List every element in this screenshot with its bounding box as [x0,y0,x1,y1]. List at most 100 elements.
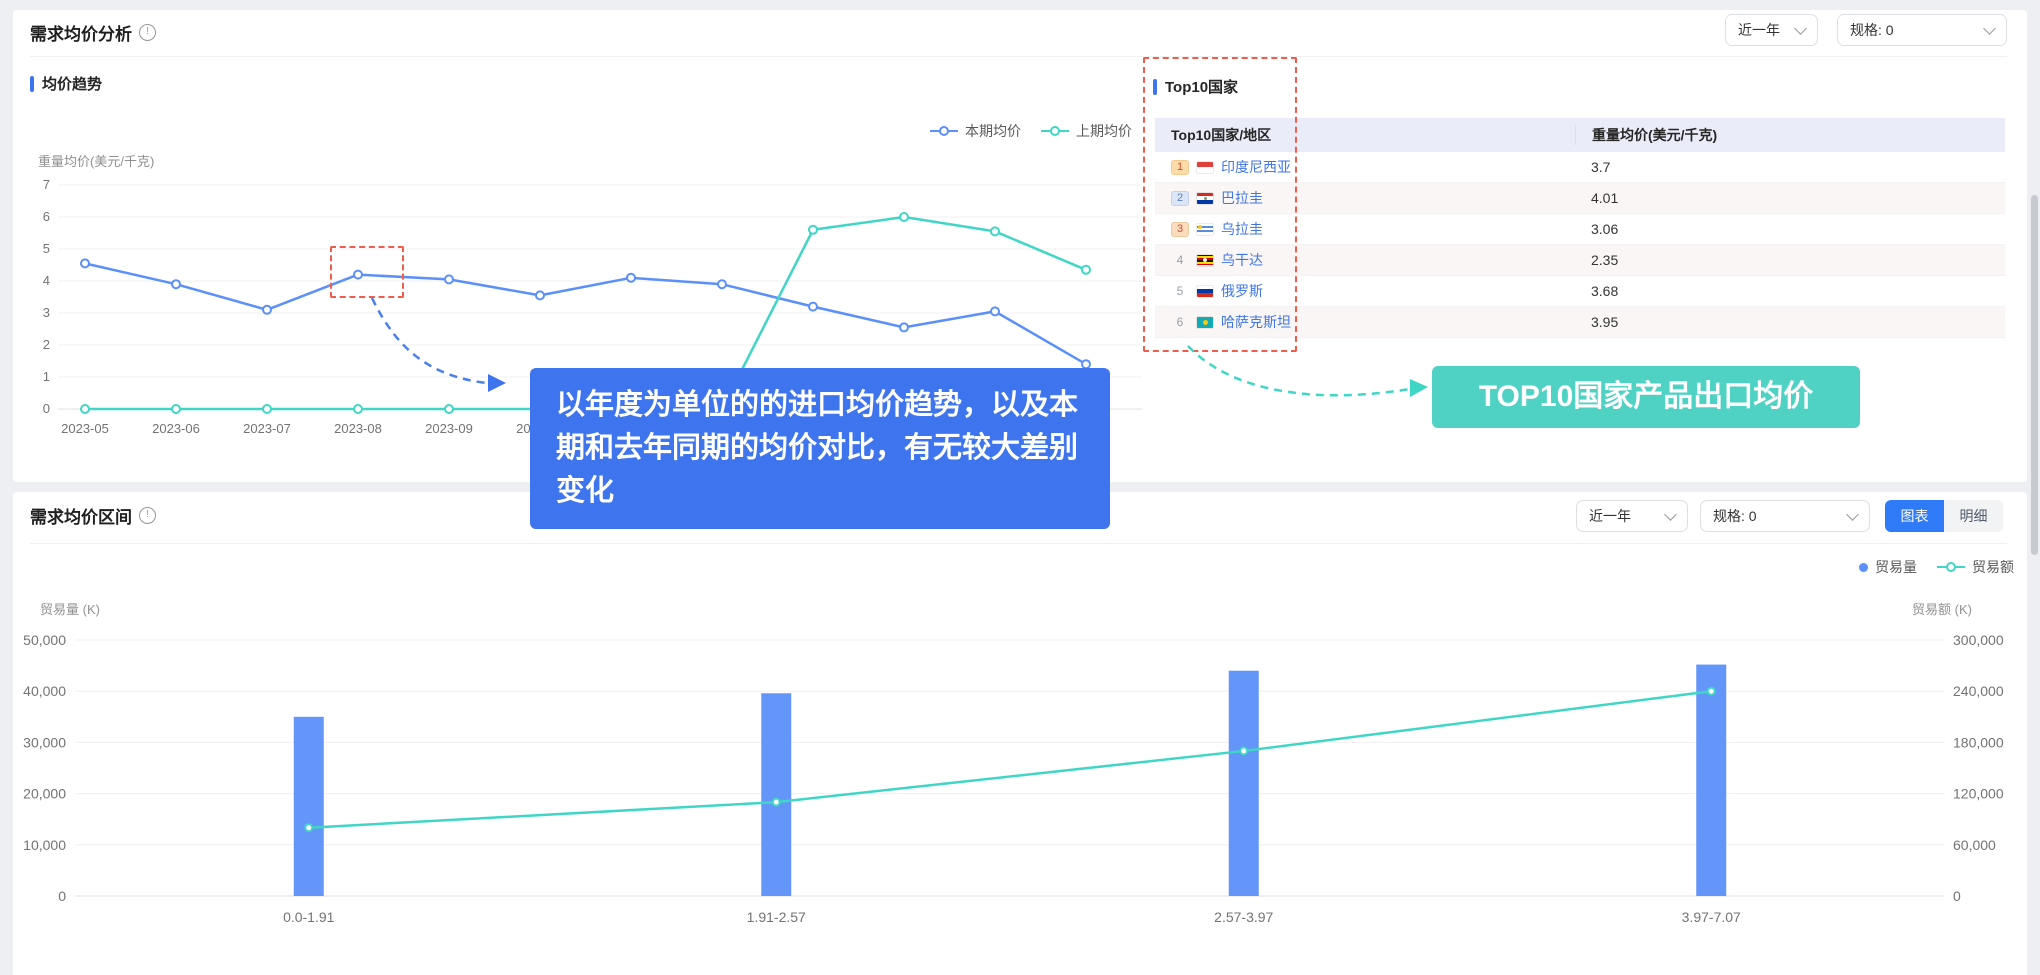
x-axis-tick: 2023-07 [243,421,291,436]
trade-volume-bar[interactable] [1229,671,1259,896]
x-axis-tick: 3.97-7.07 [1682,909,1741,925]
price-cell: 3.68 [1575,283,2005,299]
trend-section-label: 均价趋势 [42,73,102,94]
spec-select-2[interactable]: 规格: 0 [1700,500,1870,532]
data-point[interactable] [445,405,453,413]
data-point[interactable] [1708,688,1715,695]
y-axis-tick: 5 [43,241,50,256]
card1-title: 需求均价分析 [30,20,132,45]
price-cell: 4.01 [1575,190,2005,206]
data-point[interactable] [81,405,89,413]
data-point[interactable] [627,274,635,282]
x-axis-tick: 2023-06 [152,421,200,436]
data-point[interactable] [172,405,180,413]
data-point[interactable] [81,259,89,267]
left-axis-tick: 30,000 [23,734,66,750]
data-point[interactable] [773,799,780,806]
card1-title-row: 需求均价分析 [30,20,156,45]
line-marker-icon [930,126,958,136]
trade-volume-bar[interactable] [1696,665,1726,896]
data-point[interactable] [263,306,271,314]
price-cell: 3.95 [1575,314,2005,330]
legend-item-previous[interactable]: 上期均价 [1041,121,1132,141]
data-point[interactable] [809,226,817,234]
x-axis-tick: 2023-05 [61,421,109,436]
range-legend: 贸易量 贸易额 [1859,557,2014,577]
trade-value-line [309,691,1712,828]
axis-tick-label: 贸易量 (K) [40,602,100,617]
trade-volume-bar[interactable] [761,693,791,896]
card2-header-divider [30,543,2007,544]
left-axis-tick: 0 [58,888,66,904]
right-axis-tick: 180,000 [1953,734,2004,750]
data-point[interactable] [1082,266,1090,274]
data-point[interactable] [354,405,362,413]
legend-item-volume[interactable]: 贸易量 [1859,557,1917,577]
series-line [85,263,1086,364]
y-axis-tick: 2 [43,337,50,352]
data-point[interactable] [172,280,180,288]
y-axis-tick: 1 [43,369,50,384]
data-point[interactable] [900,213,908,221]
data-point[interactable] [900,323,908,331]
data-point[interactable] [536,291,544,299]
price-cell: 3.7 [1575,159,2005,175]
card2-title-row: 需求均价区间 [30,503,156,528]
dot-marker-icon [1859,563,1868,572]
data-point[interactable] [263,405,271,413]
right-axis-tick: 0 [1953,888,1961,904]
right-axis-label: 贸易额 (K) [1912,602,1972,617]
view-toggle-detail[interactable]: 明细 [1944,500,2003,532]
y-axis-tick: 6 [43,209,50,224]
legend-item-current[interactable]: 本期均价 [930,121,1021,141]
data-point[interactable] [718,280,726,288]
left-axis-tick: 20,000 [23,786,66,802]
trend-legend: 本期均价 上期均价 [930,121,1132,141]
axis-tick-label: 重量均价(美元/千克) [38,154,154,169]
y-axis-tick: 7 [43,177,50,192]
x-axis-tick: 2.57-3.97 [1214,909,1273,925]
trend-section-title: 均价趋势 [30,73,102,94]
legend-label: 贸易量 [1875,557,1917,577]
spec-select-1[interactable]: 规格: 0 [1837,14,2007,46]
view-toggle-chart[interactable]: 图表 [1885,500,1944,532]
x-axis-tick: 1.91-2.57 [747,909,806,925]
data-point[interactable] [991,307,999,315]
left-axis-tick: 50,000 [23,632,66,648]
y-axis-tick: 4 [43,273,50,288]
period-select-1[interactable]: 近一年 [1725,14,1818,46]
data-point[interactable] [991,227,999,235]
info-icon[interactable] [139,507,156,524]
data-point[interactable] [305,824,312,831]
y-axis-tick: 0 [43,401,50,416]
section-accent-bar [30,76,34,92]
chevron-down-icon [1983,22,1996,35]
right-axis-tick: 60,000 [1953,837,1996,853]
x-axis-tick: 2023-08 [334,421,382,436]
spec-select-2-value: 规格: 0 [1713,506,1757,526]
blue-annotation-note: 以年度为单位的的进口均价趋势，以及本期和去年同期的均价对比，有无较大差别变化 [530,368,1110,529]
y-axis-tick: 3 [43,305,50,320]
right-axis-tick: 240,000 [1953,683,2004,699]
line-marker-icon [1041,126,1069,136]
dashboard: 需求均价分析 近一年 规格: 0 均价趋势 本期均价 上期均价 重 [0,0,2040,975]
data-point[interactable] [809,303,817,311]
info-icon[interactable] [139,24,156,41]
data-point[interactable] [1240,747,1247,754]
legend-label: 贸易额 [1972,557,2014,577]
period-select-2[interactable]: 近一年 [1576,500,1688,532]
card2-title: 需求均价区间 [30,503,132,528]
data-point[interactable] [445,275,453,283]
top10-highlight-dashed-box [1143,57,1297,352]
chevron-down-icon [1664,508,1677,521]
trade-volume-bar[interactable] [294,717,324,896]
card1-header-divider [30,56,2007,57]
x-axis-tick: 2023-09 [425,421,473,436]
period-select-1-value: 近一年 [1738,20,1780,40]
data-point[interactable] [1082,360,1090,368]
scrollbar-thumb[interactable] [2031,195,2038,555]
line-marker-icon [1937,562,1965,572]
chevron-down-icon [1846,508,1859,521]
price-cell: 2.35 [1575,252,2005,268]
legend-item-value[interactable]: 贸易额 [1937,557,2014,577]
